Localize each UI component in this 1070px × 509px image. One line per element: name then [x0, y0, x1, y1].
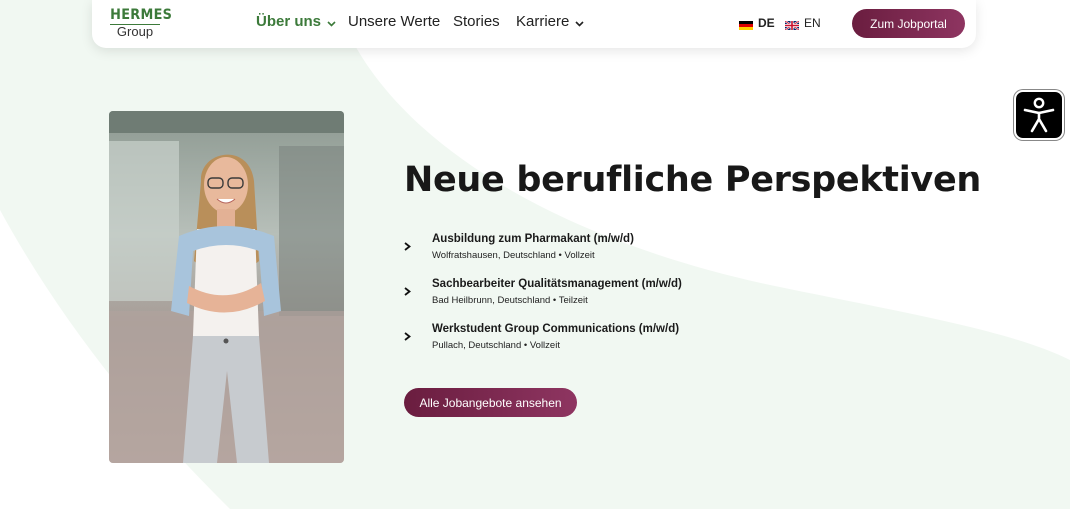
job-meta: Wolfratshausen, Deutschland • Vollzeit [432, 250, 595, 261]
nav-item-label: Karriere [516, 13, 570, 30]
nav-item-ueber-uns[interactable]: Über uns [256, 13, 336, 31]
language-en[interactable]: EN [784, 16, 821, 31]
accessibility-button[interactable] [1014, 90, 1064, 140]
hermes-group-logo[interactable]: HERMES Group [108, 7, 173, 41]
language-label: EN [804, 16, 821, 30]
chevron-right-icon [404, 238, 411, 256]
nav-item-label: Stories [453, 13, 500, 30]
language-label: DE [758, 16, 775, 30]
chevron-down-icon [575, 14, 584, 31]
nav-item-stories[interactable]: Stories [453, 13, 500, 30]
language-de[interactable]: DE [739, 16, 775, 30]
chevron-right-icon [404, 283, 411, 301]
chevron-right-icon [404, 328, 411, 346]
job-title: Werkstudent Group Communications (m/w/d) [432, 323, 680, 335]
nav-item-unsere-werte[interactable]: Unsere Werte [348, 13, 440, 30]
page-title: Neue berufliche Perspektiven [404, 160, 981, 200]
navbar: HERMES Group Über uns Unsere Werte Stori… [92, 0, 976, 48]
nav-item-label: Über uns [256, 13, 322, 30]
job-meta: Pullach, Deutschland • Vollzeit [432, 340, 560, 351]
job-title: Ausbildung zum Pharmakant (m/w/d) [432, 233, 634, 245]
germany-flag-icon [739, 19, 753, 30]
chevron-down-icon [327, 14, 336, 31]
nav-item-label: Unsere Werte [348, 13, 441, 30]
logo-wordmark: HERMES [110, 7, 173, 23]
jobportal-button[interactable]: Zum Jobportal [852, 9, 965, 38]
job-title: Sachbearbeiter Qualitätsmanagement (m/w/… [432, 278, 682, 290]
employee-portrait-photo [109, 111, 344, 463]
all-jobs-button[interactable]: Alle Jobangebote ansehen [404, 388, 577, 417]
logo-divider [110, 24, 160, 25]
job-meta: Bad Heilbrunn, Deutschland • Teilzeit [432, 295, 588, 306]
logo-subtitle: Group [116, 24, 154, 39]
uk-flag-icon [784, 19, 800, 31]
nav-item-karriere[interactable]: Karriere [516, 13, 584, 31]
